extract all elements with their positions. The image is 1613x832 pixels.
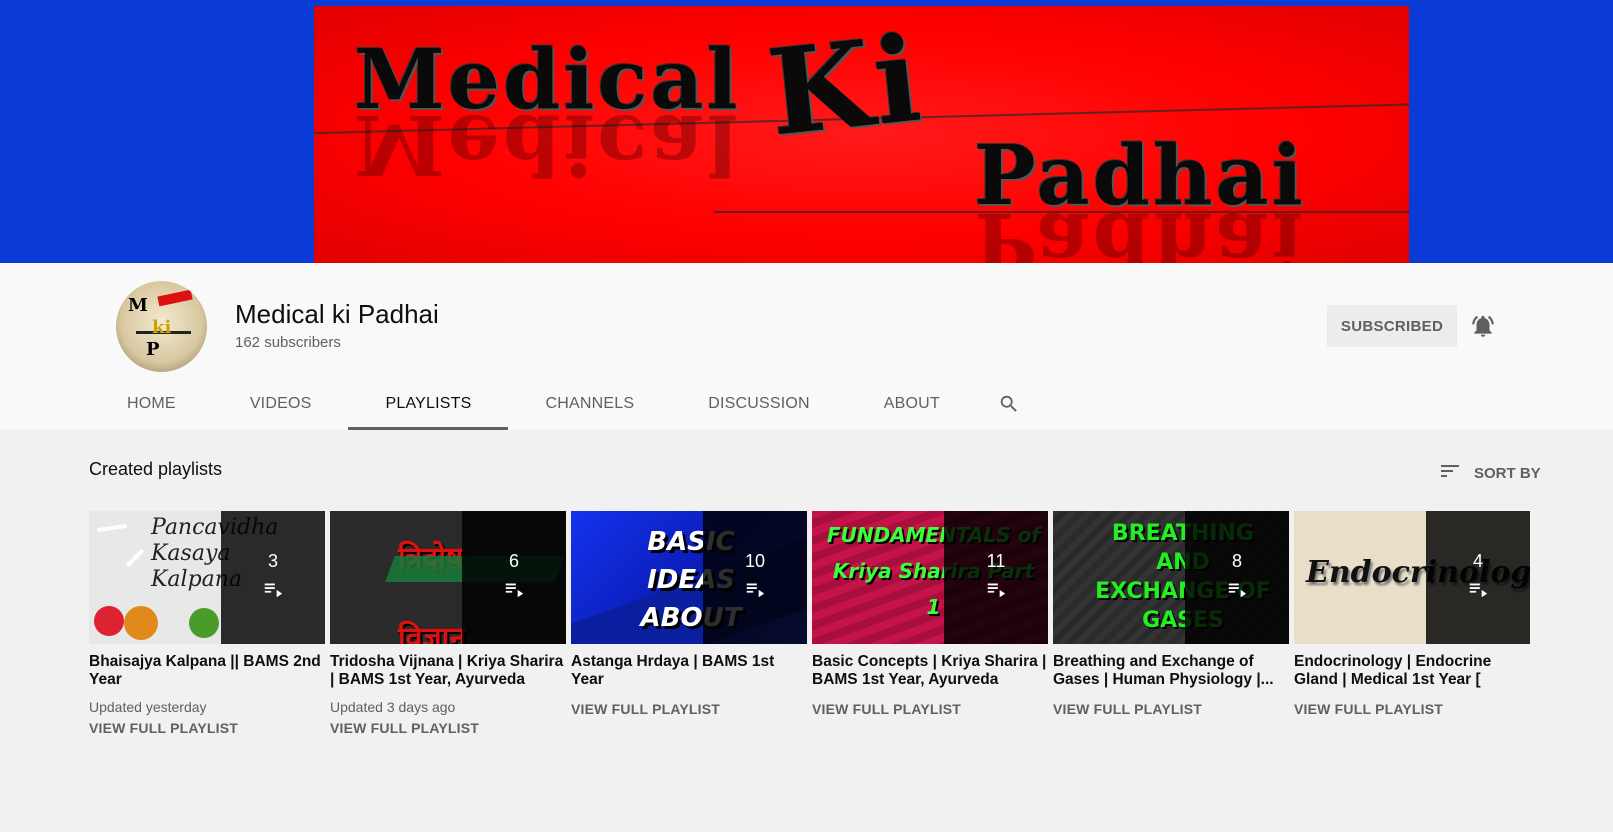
channel-avatar[interactable]: M ki P: [116, 281, 207, 372]
view-full-playlist-link[interactable]: VIEW FULL PLAYLIST: [1294, 701, 1530, 717]
video-count: 11: [986, 550, 1006, 571]
playlist-card[interactable]: BREATHING AND EXCHANGE OF GASES 8 Breath…: [1053, 511, 1289, 736]
playlist-thumbnail[interactable]: BREATHING AND EXCHANGE OF GASES 8: [1053, 511, 1289, 644]
banner-word-ki: Ki: [762, 8, 930, 163]
view-full-playlist-link[interactable]: VIEW FULL PLAYLIST: [571, 701, 807, 717]
channel-name: Medical ki Padhai: [235, 299, 439, 329]
playlist-icon: [503, 578, 525, 605]
channel-header: M ki P Medical ki Padhai 162 subscribers…: [0, 263, 1613, 430]
sort-by-button[interactable]: SORT BY: [1438, 459, 1541, 487]
playlist-icon: [1226, 578, 1248, 605]
notification-bell-icon[interactable]: [1470, 313, 1496, 339]
playlist-icon: [262, 578, 284, 605]
playlist-card[interactable]: Endocrinology 4 Endocrinology | Endocrin…: [1294, 511, 1530, 736]
tab-playlists[interactable]: PLAYLISTS: [348, 377, 509, 430]
playlist-thumbnail[interactable]: BASIC IDEAS ABOUT AYUVEDA 10: [571, 511, 807, 644]
playlist-title[interactable]: Basic Concepts | Kriya Sharira | BAMS 1s…: [812, 653, 1048, 689]
sort-label: SORT BY: [1474, 464, 1541, 482]
playlist-title[interactable]: Tridosha Vijnana | Kriya Sharira | BAMS …: [330, 653, 566, 689]
playlist-grid: Pancavidha Kasaya Kalpana 3 Bhaisajya Ka…: [89, 511, 1530, 736]
view-full-playlist-link[interactable]: VIEW FULL PLAYLIST: [330, 720, 566, 736]
banner-word-medical: Medical: [354, 32, 741, 128]
playlist-title[interactable]: Astanga Hrdaya | BAMS 1st Year: [571, 653, 807, 689]
playlist-icon: [744, 578, 766, 605]
tab-discussion[interactable]: DISCUSSION: [671, 377, 847, 430]
playlist-title[interactable]: Bhaisajya Kalpana || BAMS 2nd Year: [89, 653, 325, 689]
tab-home[interactable]: HOME: [90, 377, 213, 430]
subscriber-count: 162 subscribers: [235, 334, 341, 351]
playlist-card[interactable]: FUNDAMENTALS of Kriya Sharira Part 1 11 …: [812, 511, 1048, 736]
video-count: 8: [1231, 550, 1242, 571]
playlist-updated: Updated 3 days ago: [330, 699, 456, 715]
video-count: 6: [508, 550, 519, 571]
playlist-icon: [1467, 578, 1489, 605]
tab-channels[interactable]: CHANNELS: [508, 377, 671, 430]
playlist-count-overlay: 4: [1426, 511, 1530, 644]
playlist-count-overlay: 6: [462, 511, 566, 644]
playlist-thumbnail[interactable]: Pancavidha Kasaya Kalpana 3: [89, 511, 325, 644]
playlist-icon: [985, 578, 1007, 605]
playlist-count-overlay: 8: [1185, 511, 1289, 644]
channel-tabs: HOME VIDEOS PLAYLISTS CHANNELS DISCUSSIO…: [90, 377, 1041, 430]
tab-videos[interactable]: VIDEOS: [213, 377, 349, 430]
view-full-playlist-link[interactable]: VIEW FULL PLAYLIST: [89, 720, 325, 736]
section-title: Created playlists: [89, 459, 223, 479]
banner-artwork: Medical Padhai Medical Ki Padhai: [314, 6, 1409, 263]
channel-banner: Medical Padhai Medical Ki Padhai: [0, 0, 1613, 263]
video-count: 10: [744, 550, 766, 571]
playlist-count-overlay: 10: [703, 511, 807, 644]
playlist-thumbnail[interactable]: FUNDAMENTALS of Kriya Sharira Part 1 11: [812, 511, 1048, 644]
tab-about[interactable]: ABOUT: [847, 377, 977, 430]
playlist-card[interactable]: त्रिदोष विज्ञान 6 Tridosha Vijnana | Kri…: [330, 511, 566, 736]
video-count: 4: [1472, 550, 1483, 571]
playlist-count-overlay: 11: [944, 511, 1048, 644]
playlist-count-overlay: 3: [221, 511, 325, 644]
playlist-title[interactable]: Endocrinology | Endocrine Gland | Medica…: [1294, 653, 1530, 689]
playlist-updated: Updated yesterday: [89, 699, 207, 715]
sort-icon: [1438, 459, 1462, 487]
playlist-card[interactable]: BASIC IDEAS ABOUT AYUVEDA 10 Astanga Hrd…: [571, 511, 807, 736]
playlist-thumbnail[interactable]: Endocrinology 4: [1294, 511, 1530, 644]
playlist-title[interactable]: Breathing and Exchange of Gases | Human …: [1053, 653, 1289, 689]
banner-word-padhai: Padhai: [974, 128, 1306, 224]
search-icon[interactable]: [977, 377, 1041, 430]
view-full-playlist-link[interactable]: VIEW FULL PLAYLIST: [1053, 701, 1289, 717]
playlist-thumbnail[interactable]: त्रिदोष विज्ञान 6: [330, 511, 566, 644]
subscribed-button[interactable]: SUBSCRIBED: [1327, 305, 1457, 347]
video-count: 3: [267, 550, 278, 571]
view-full-playlist-link[interactable]: VIEW FULL PLAYLIST: [812, 701, 1048, 717]
playlist-card[interactable]: Pancavidha Kasaya Kalpana 3 Bhaisajya Ka…: [89, 511, 325, 736]
